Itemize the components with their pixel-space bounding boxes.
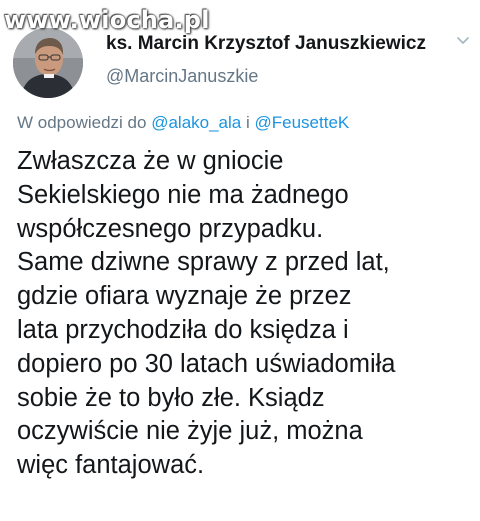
tweet-text: Zwłaszcza że w gniocie Sekielskiego nie … xyxy=(17,145,473,483)
reply-joiner: i xyxy=(245,113,250,132)
tweet-line: gdzie ofiara wyznaje że przez xyxy=(17,282,352,311)
author-handle[interactable]: @MarcinJanuszkie xyxy=(106,66,258,87)
avatar[interactable] xyxy=(13,28,83,98)
tweet-line: lata przychodziła do księdza i xyxy=(17,315,349,344)
author-name[interactable]: ks. Marcin Krzysztof Januszkiewicz xyxy=(106,33,426,55)
reply-prefix: W odpowiedzi do xyxy=(17,113,147,132)
tweet-screenshot: www.wiocha.pl ks. Marcin Krzysztof Janus… xyxy=(0,0,480,521)
chevron-down-icon[interactable] xyxy=(456,36,470,46)
tweet-line: więc fantajować. xyxy=(17,451,205,480)
mention-link-alako-ala[interactable]: @alako_ala xyxy=(151,113,241,132)
tweet-line: Sekielskiego nie ma żadnego xyxy=(17,180,349,209)
tweet-line: dopiero po 30 latach uświadomiła xyxy=(17,349,396,378)
tweet-line: Zwłaszcza że w gniocie xyxy=(17,147,284,175)
reply-context: W odpowiedzi do @alako_ala i @FeusetteK xyxy=(17,113,349,133)
site-watermark: www.wiocha.pl xyxy=(4,6,210,34)
tweet-line: Same dziwne sprawy z przed lat, xyxy=(17,248,390,277)
mention-link-feusettek[interactable]: @FeusetteK xyxy=(255,113,350,132)
tweet-line: współczesnego przypadku. xyxy=(17,214,324,243)
tweet-line: oczywiście nie żyje już, można xyxy=(17,417,363,446)
tweet-line: sobie że to było złe. Ksiądz xyxy=(17,383,325,412)
profile-photo-icon xyxy=(13,28,83,98)
